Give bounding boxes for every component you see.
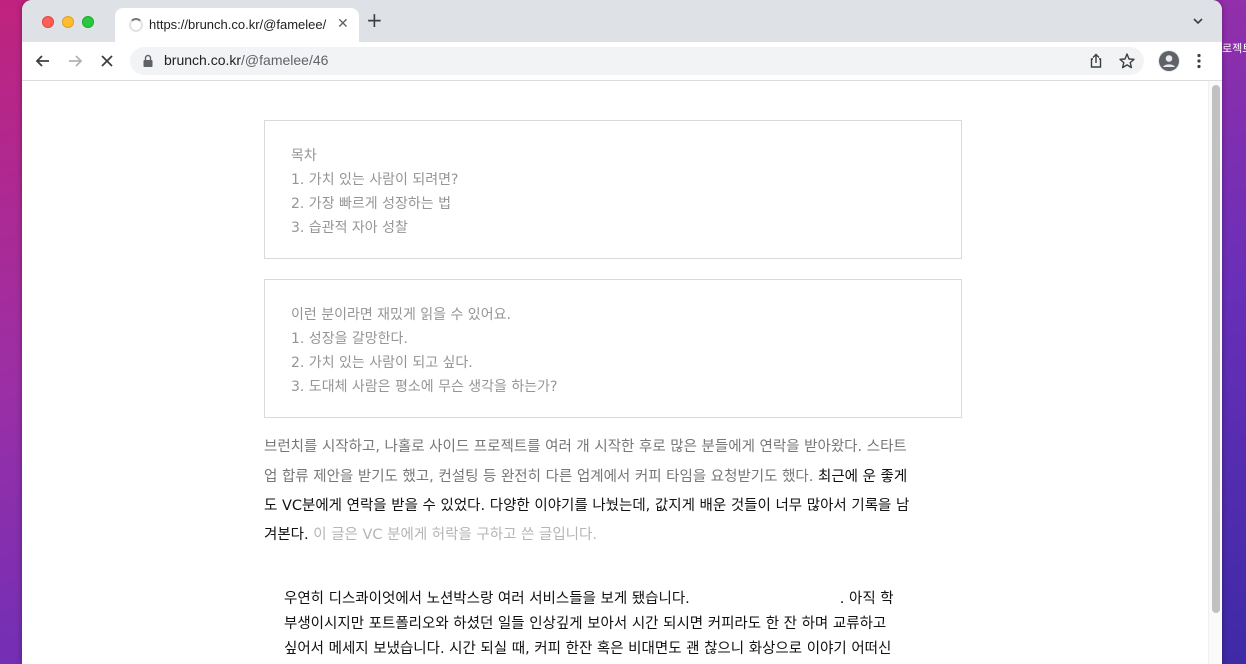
more-options-kebab-icon[interactable]: [1190, 52, 1208, 70]
address-bar[interactable]: brunch.co.kr/@famelee/46: [130, 47, 1144, 75]
intro-line: 겨본다. 이 글은 VC 분에게 허락을 구하고 쓴 글입니다.: [264, 523, 597, 544]
scrollbar-thumb[interactable]: [1212, 85, 1220, 613]
quote-line-text: 우연히 디스콰이엇에서 노션박스랑 여러 서비스들을 보게 됐습니다.: [284, 591, 690, 607]
table-of-contents-box: 목차 1. 가치 있는 사람이 되려면? 2. 가장 빠르게 성장하는 법 3.…: [264, 120, 962, 259]
quote-line: 우연히 디스콰이엇에서 노션박스랑 여러 서비스들을 보게 됐습니다. . 아직 …: [284, 587, 894, 608]
intro-line-text: 업 합류 제안을 받기도 했고, 컨설팅 등 완전히 다른 업계에서 커피 타임…: [264, 469, 818, 485]
intro-line-highlight: 최근에 운 좋게: [817, 469, 908, 485]
toc-item: 3. 습관적 자아 성찰: [291, 220, 408, 236]
intro-line: 도 VC분에게 연락을 받을 수 있었다. 다양한 이야기를 나눴는데, 값지게…: [264, 498, 910, 514]
audience-item: 1. 성장을 갈망한다.: [291, 331, 408, 347]
quote-line: 싶어서 메세지 보냈습니다. 시간 되실 때, 커피 한잔 혹은 비대면도 괜 …: [284, 641, 892, 657]
share-icon[interactable]: [1088, 53, 1104, 69]
intro-note: 이 글은 VC 분에게 허락을 구하고 쓴 글입니다.: [308, 527, 597, 543]
loading-spinner-icon: [129, 18, 143, 32]
vertical-scrollbar[interactable]: [1208, 81, 1222, 664]
audience-item: 3. 도대체 사람은 평소에 무슨 생각을 하는가?: [291, 379, 558, 395]
url-text: brunch.co.kr/@famelee/46: [164, 52, 328, 68]
intro-line: 업 합류 제안을 받기도 했고, 컨설팅 등 완전히 다른 업계에서 커피 타임…: [264, 465, 907, 486]
profile-avatar-icon[interactable]: [1158, 50, 1180, 72]
toc-heading: 목차: [291, 148, 317, 164]
tab-title: https://brunch.co.kr/@famelee/: [149, 17, 327, 32]
page-viewport: 목차 1. 가치 있는 사람이 되려면? 2. 가장 빠르게 성장하는 법 3.…: [22, 81, 1222, 664]
audience-item: 2. 가치 있는 사람이 되고 싶다.: [291, 355, 473, 371]
audience-box: 이런 분이라면 재밌게 읽을 수 있어요. 1. 성장을 갈망한다. 2. 가치…: [264, 279, 962, 418]
minimize-window-button[interactable]: [62, 16, 74, 28]
tab-search-chevron-down-icon[interactable]: [1192, 15, 1204, 27]
url-path: /@famelee/46: [241, 52, 329, 68]
url-domain: brunch.co.kr: [164, 52, 242, 68]
desktop-label: 로젝트: [1222, 42, 1246, 55]
intro-line-highlight: 겨본다.: [264, 527, 309, 543]
maximize-window-button[interactable]: [82, 16, 94, 28]
quote-line-text: . 아직 학: [839, 591, 894, 607]
toolbar: brunch.co.kr/@famelee/46: [22, 42, 1222, 81]
audience-heading: 이런 분이라면 재밌게 읽을 수 있어요.: [291, 307, 511, 323]
toc-item: 1. 가치 있는 사람이 되려면?: [291, 172, 459, 188]
toc-item: 2. 가장 빠르게 성장하는 법: [291, 196, 451, 212]
browser-tab[interactable]: https://brunch.co.kr/@famelee/ ✕: [115, 8, 359, 42]
close-window-button[interactable]: [42, 16, 54, 28]
intro-line: 브런치를 시작하고, 나홀로 사이드 프로젝트를 여러 개 시작한 후로 많은 …: [264, 439, 907, 455]
person-icon: [1159, 51, 1179, 71]
new-tab-button[interactable]: +: [366, 10, 383, 30]
lock-icon[interactable]: [142, 54, 154, 68]
browser-window: https://brunch.co.kr/@famelee/ ✕ + brunc…: [22, 0, 1222, 664]
tab-close-button[interactable]: ✕: [337, 16, 349, 32]
back-arrow-icon[interactable]: [34, 52, 52, 70]
quote-line: 부생이시지만 포트폴리오와 하셨던 일들 인상깊게 보아서 시간 되시면 커피라…: [284, 616, 887, 632]
bookmark-star-icon[interactable]: [1118, 52, 1136, 70]
forward-arrow-icon[interactable]: [66, 52, 84, 70]
stop-loading-x-icon[interactable]: [98, 52, 116, 70]
title-bar: https://brunch.co.kr/@famelee/ ✕ +: [22, 0, 1222, 42]
